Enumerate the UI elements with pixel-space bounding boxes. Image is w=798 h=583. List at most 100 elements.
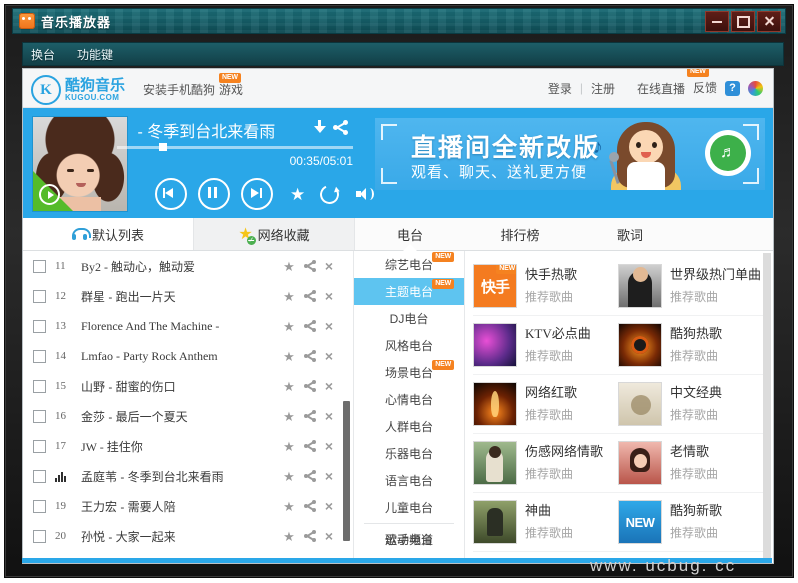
- category-item[interactable]: 语言电台: [354, 467, 464, 494]
- link-feedback[interactable]: 反馈: [693, 81, 717, 95]
- row-favorite-icon[interactable]: ★: [283, 380, 295, 393]
- album-cover[interactable]: [32, 116, 128, 212]
- playlist-scrollbar-thumb[interactable]: [343, 401, 350, 541]
- progress-knob[interactable]: [159, 143, 167, 151]
- row-share-icon[interactable]: [304, 350, 316, 362]
- row-delete-icon[interactable]: ×: [325, 289, 333, 303]
- row-delete-icon[interactable]: ×: [325, 259, 333, 273]
- tab-lyrics[interactable]: 歌词: [575, 218, 685, 250]
- row-checkbox[interactable]: [33, 380, 46, 393]
- tab-default-list[interactable]: 默认列表: [23, 218, 194, 250]
- color-wheel-icon[interactable]: [748, 81, 763, 96]
- grid-item[interactable]: 老情歌推荐歌曲: [618, 434, 763, 492]
- volume-icon[interactable]: [356, 186, 374, 202]
- grid-item[interactable]: 中文经典推荐歌曲: [618, 375, 763, 433]
- table-row[interactable]: 17JW - 挂住你★×: [23, 431, 353, 461]
- row-share-icon[interactable]: [304, 290, 316, 302]
- row-share-icon[interactable]: [304, 470, 316, 482]
- table-row[interactable]: 11By2 - 触动心，触动爱★×: [23, 251, 353, 281]
- row-delete-icon[interactable]: ×: [325, 349, 333, 363]
- category-item[interactable]: 乐器电台: [354, 440, 464, 467]
- row-delete-icon[interactable]: ×: [325, 319, 333, 333]
- category-item[interactable]: 综艺电台NEW: [354, 251, 464, 278]
- row-checkbox[interactable]: [33, 260, 46, 273]
- grid-item[interactable]: 伤感网络情歌推荐歌曲: [473, 434, 618, 492]
- category-overlap-item[interactable]: 运动电台 歌手频道: [354, 526, 464, 553]
- table-row[interactable]: 12群星 - 跑出一片天★×: [23, 281, 353, 311]
- menu-item-switch-channel[interactable]: 换台: [31, 46, 55, 63]
- grid-scrollbar[interactable]: [763, 253, 771, 558]
- row-checkbox[interactable]: [33, 350, 46, 363]
- row-favorite-icon[interactable]: ★: [283, 260, 295, 273]
- table-row[interactable]: 13Florence And The Machine -★×: [23, 311, 353, 341]
- row-favorite-icon[interactable]: ★: [283, 470, 295, 483]
- download-icon[interactable]: [313, 120, 327, 136]
- row-checkbox[interactable]: [33, 440, 46, 453]
- row-favorite-icon[interactable]: ★: [283, 290, 295, 303]
- close-button[interactable]: [757, 11, 781, 32]
- table-row[interactable]: 14Lmfao - Party Rock Anthem★×: [23, 341, 353, 371]
- row-share-icon[interactable]: [304, 260, 316, 272]
- repeat-icon[interactable]: [318, 182, 342, 206]
- category-item[interactable]: 风格电台: [354, 332, 464, 359]
- maximize-button[interactable]: [731, 11, 755, 32]
- table-row[interactable]: 19王力宏 - 需要人陪★×: [23, 491, 353, 521]
- tab-rankings[interactable]: 排行榜: [465, 218, 575, 250]
- row-checkbox[interactable]: [33, 290, 46, 303]
- row-checkbox[interactable]: [33, 530, 46, 543]
- row-favorite-icon[interactable]: ★: [283, 350, 295, 363]
- link-login[interactable]: 登录: [548, 80, 572, 97]
- grid-item[interactable]: 酷狗热歌推荐歌曲: [618, 316, 763, 374]
- link-install-mobile-kugou[interactable]: 安装手机酷狗: [143, 81, 215, 98]
- table-row[interactable]: 16金莎 - 最后一个夏天★×: [23, 401, 353, 431]
- link-game[interactable]: 游戏: [219, 81, 243, 98]
- category-item[interactable]: 主题电台NEW: [354, 278, 464, 305]
- row-checkbox[interactable]: [33, 500, 46, 513]
- tab-network-favorites[interactable]: ★✓ 网络收藏: [194, 218, 355, 250]
- row-share-icon[interactable]: [304, 440, 316, 452]
- category-item[interactable]: 儿童电台: [354, 494, 464, 521]
- row-favorite-icon[interactable]: ★: [283, 440, 295, 453]
- grid-item[interactable]: NEW酷狗新歌推荐歌曲: [618, 493, 763, 551]
- row-delete-icon[interactable]: ×: [325, 499, 333, 513]
- next-track-icon[interactable]: [241, 178, 273, 210]
- grid-item[interactable]: 神曲推荐歌曲: [473, 493, 618, 551]
- row-favorite-icon[interactable]: ★: [283, 530, 295, 543]
- row-favorite-icon[interactable]: ★: [283, 320, 295, 333]
- link-live-stream[interactable]: 在线直播: [637, 80, 685, 97]
- grid-item[interactable]: KTV必点曲推荐歌曲: [473, 316, 618, 374]
- row-favorite-icon[interactable]: ★: [283, 410, 295, 423]
- row-delete-icon[interactable]: ×: [325, 469, 333, 483]
- menu-item-function-keys[interactable]: 功能键: [77, 46, 113, 63]
- progress-bar[interactable]: [117, 146, 353, 149]
- grid-item[interactable]: 快手NEW快手热歌推荐歌曲: [473, 257, 618, 315]
- table-row[interactable]: 孟庭苇 - 冬季到台北来看雨★×: [23, 461, 353, 491]
- row-share-icon[interactable]: [304, 500, 316, 512]
- row-delete-icon[interactable]: ×: [325, 529, 333, 543]
- row-share-icon[interactable]: [304, 530, 316, 542]
- pause-icon[interactable]: [198, 178, 230, 210]
- category-item[interactable]: 场景电台NEW: [354, 359, 464, 386]
- row-delete-icon[interactable]: ×: [325, 439, 333, 453]
- help-icon[interactable]: ?: [725, 81, 740, 96]
- previous-track-icon[interactable]: [155, 178, 187, 210]
- row-checkbox[interactable]: [33, 320, 46, 333]
- row-share-icon[interactable]: [304, 380, 316, 392]
- row-checkbox[interactable]: [33, 410, 46, 423]
- row-favorite-icon[interactable]: ★: [283, 500, 295, 513]
- category-item[interactable]: 心情电台: [354, 386, 464, 413]
- promo-banner[interactable]: 直播间全新改版 观看、聊天、送礼更方便 ♪ ♫ ♬: [375, 118, 765, 190]
- tab-radio[interactable]: 电台: [355, 218, 465, 250]
- row-share-icon[interactable]: [304, 410, 316, 422]
- row-delete-icon[interactable]: ×: [325, 379, 333, 393]
- grid-item[interactable]: 网络红歌推荐歌曲: [473, 375, 618, 433]
- row-delete-icon[interactable]: ×: [325, 409, 333, 423]
- link-register[interactable]: 注册: [591, 80, 615, 97]
- favorite-icon[interactable]: ★: [290, 186, 305, 203]
- row-checkbox[interactable]: [33, 470, 46, 483]
- share-icon[interactable]: [333, 120, 349, 136]
- category-item[interactable]: DJ电台: [354, 305, 464, 332]
- play-overlay-icon[interactable]: [39, 184, 60, 205]
- table-row[interactable]: 15山野 - 甜蜜的伤口★×: [23, 371, 353, 401]
- row-share-icon[interactable]: [304, 320, 316, 332]
